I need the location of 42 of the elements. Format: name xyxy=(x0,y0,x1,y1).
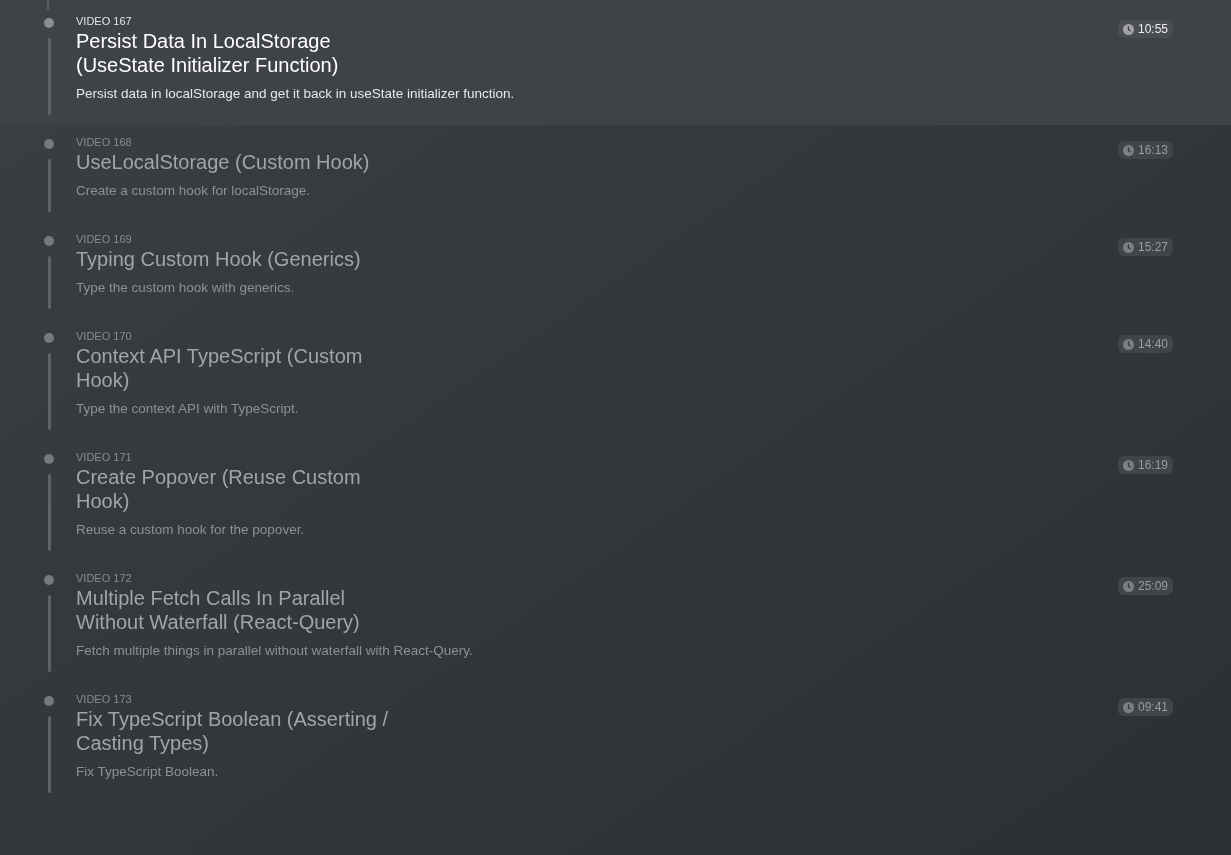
clock-icon xyxy=(1122,580,1134,592)
video-label: VIDEO 173 xyxy=(76,692,133,706)
video-description: Reuse a custom hook for the popover. xyxy=(76,521,306,539)
video-label: VIDEO 168 xyxy=(76,135,133,149)
video-description: Create a custom hook for localStorage. xyxy=(76,182,312,200)
video-label: VIDEO 170 xyxy=(76,329,133,343)
video-description: Type the custom hook with generics. xyxy=(76,279,296,297)
video-label: VIDEO 171 xyxy=(76,450,133,464)
video-item[interactable]: VIDEO 172 Multiple Fetch Calls In Parallel Without Waterfall (React-Query) Fetch multiple things in parallel without waterfall with React-Query. 25:09 xyxy=(0,561,1231,682)
duration-text: 16:19 xyxy=(1137,457,1168,473)
video-title: Create Popover (Reuse Custom Hook) xyxy=(76,465,362,513)
video-item[interactable]: VIDEO 170 Context API TypeScript (Custom Hook) Type the context API with TypeScript. 14:40 xyxy=(0,319,1231,440)
video-item[interactable]: VIDEO 173 Fix TypeScript Boolean (Asserting / Casting Types) Fix TypeScript Boolean. 09:41 xyxy=(0,682,1231,803)
video-description: Fetch multiple things in parallel without waterfall with React-Query. xyxy=(76,642,474,660)
video-description: Persist data in localStorage and get it back in useState initializer function. xyxy=(76,85,516,103)
duration-text: 25:09 xyxy=(1137,578,1168,594)
clock-icon xyxy=(1122,23,1134,35)
video-title: Typing Custom Hook (Generics) xyxy=(76,247,362,271)
duration-text: 14:40 xyxy=(1137,336,1168,352)
video-item[interactable]: VIDEO 167 Persist Data In LocalStorage (UseState Initializer Function) Persist data in localStorage and get it back in useState initializer function. 10:55 xyxy=(0,0,1231,125)
clock-icon xyxy=(1122,338,1134,350)
video-title: Persist Data In LocalStorage (UseState Initializer Function) xyxy=(76,29,340,77)
video-label: VIDEO 172 xyxy=(76,571,133,585)
video-item[interactable]: VIDEO 171 Create Popover (Reuse Custom Hook) Reuse a custom hook for the popover. 16:19 xyxy=(0,440,1231,561)
video-title: Multiple Fetch Calls In Parallel Without Waterfall (React-Query) xyxy=(76,586,361,634)
duration-text: 15:27 xyxy=(1137,239,1168,255)
video-title: Context API TypeScript (Custom Hook) xyxy=(76,344,364,392)
clock-icon xyxy=(1122,241,1134,253)
video-description: Fix TypeScript Boolean. xyxy=(76,763,220,781)
clock-icon xyxy=(1122,701,1134,713)
video-title: UseLocalStorage (Custom Hook) xyxy=(76,150,371,174)
video-label: VIDEO 169 xyxy=(76,232,133,246)
video-item[interactable]: VIDEO 169 Typing Custom Hook (Generics) Type the custom hook with generics. 15:27 xyxy=(0,222,1231,319)
duration-text: 16:13 xyxy=(1137,142,1168,158)
clock-icon xyxy=(1122,144,1134,156)
duration-text: 10:55 xyxy=(1137,21,1168,37)
video-description: Type the context API with TypeScript. xyxy=(76,400,300,418)
video-label: VIDEO 167 xyxy=(76,14,133,28)
duration-text: 09:41 xyxy=(1137,699,1168,715)
video-title: Fix TypeScript Boolean (Asserting / Casting Types) xyxy=(76,707,389,755)
video-item[interactable]: VIDEO 168 UseLocalStorage (Custom Hook) Create a custom hook for localStorage. 16:13 xyxy=(0,125,1231,222)
clock-icon xyxy=(1122,459,1134,471)
